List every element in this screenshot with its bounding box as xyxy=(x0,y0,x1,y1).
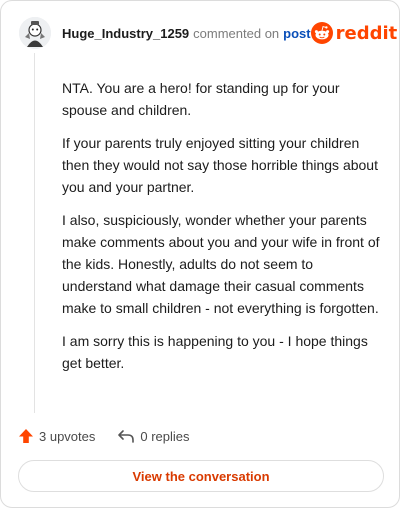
comment-paragraph: If your parents truly enjoyed sitting yo… xyxy=(62,135,378,195)
avatar-icon[interactable] xyxy=(19,17,51,49)
comment-body: NTA. You are a hero! for standing up for… xyxy=(62,77,382,385)
comment-header: Huge_Industry_1259 commented on post red… xyxy=(19,15,397,51)
comment-actions: 3 upvotes 0 replies xyxy=(18,426,190,446)
comment-paragraph: NTA. You are a hero! for standing up for… xyxy=(62,80,340,118)
reddit-wordmark: reddit xyxy=(335,22,398,44)
reddit-logo-icon xyxy=(310,22,333,44)
commented-on-text: commented on xyxy=(193,25,280,41)
username-link[interactable]: Huge_Industry_1259 xyxy=(62,26,189,41)
comment-paragraph: I also, suspiciously, wonder whether you… xyxy=(62,212,380,316)
upvote-count: 3 upvotes xyxy=(39,428,96,444)
comment-paragraph: I am sorry this is happening to you - I … xyxy=(62,333,368,371)
reddit-brand[interactable]: reddit xyxy=(310,22,398,44)
reply-count: 0 replies xyxy=(140,428,190,444)
upvote-arrow-icon xyxy=(19,429,33,443)
upvote-button[interactable]: 3 upvotes xyxy=(18,428,95,444)
comment-card: Huge_Industry_1259 commented on post red… xyxy=(0,0,400,508)
reply-arrow-icon xyxy=(118,430,135,443)
post-link[interactable]: post xyxy=(283,26,310,41)
view-conversation-button[interactable]: View the conversation xyxy=(18,460,384,492)
comment-meta: Huge_Industry_1259 commented on post xyxy=(62,26,311,41)
thread-line xyxy=(34,53,35,413)
replies-button[interactable]: 0 replies xyxy=(117,428,190,444)
